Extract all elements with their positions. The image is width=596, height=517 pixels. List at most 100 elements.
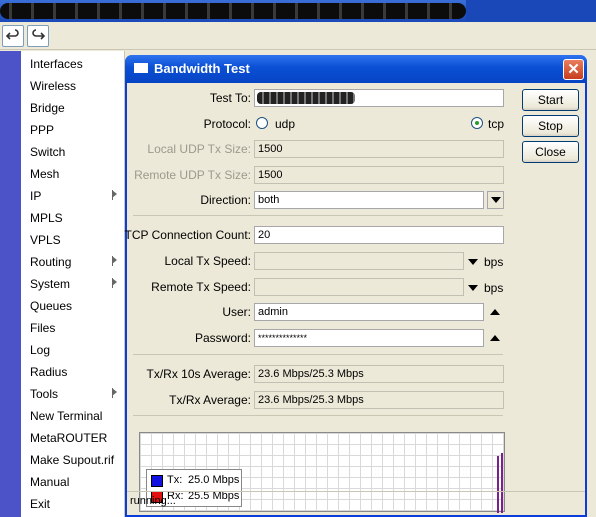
tcp-connection-count-input[interactable]: 20 — [254, 226, 504, 244]
protocol-tcp-label: tcp — [488, 117, 505, 131]
form-panel: Test To: Protocol: udp tcp Local UDP Tx … — [124, 83, 512, 513]
bandwidth-test-window: Bandwidth Test ✕ Test To: Protocol: udp … — [124, 55, 587, 517]
menu-item-label: System — [30, 277, 71, 291]
menu-item-mesh[interactable]: Mesh — [21, 163, 125, 185]
menu-item-label: Mesh — [30, 167, 60, 181]
chevron-down-icon — [491, 197, 501, 203]
tx-rx-average-label: Tx/Rx Average: — [169, 393, 251, 407]
protocol-udp-radio[interactable] — [256, 117, 268, 129]
chevron-up-icon[interactable] — [490, 335, 500, 341]
menu-item-label: New Terminal — [30, 409, 103, 423]
menu-item-queues[interactable]: Queues — [21, 295, 125, 317]
toolbar — [0, 22, 596, 50]
menu-item-log[interactable]: Log — [21, 339, 125, 361]
tx-swatch — [151, 475, 163, 487]
remote-tx-speed-dropdown-icon[interactable] — [468, 285, 478, 291]
title-bar-cap — [466, 0, 596, 22]
submenu-arrow-icon — [111, 278, 119, 288]
menu-item-label: Files — [30, 321, 56, 335]
local-tx-speed-dropdown-icon[interactable] — [468, 259, 478, 265]
undo-icon — [6, 29, 19, 40]
tx-rx-average-value: 23.6 Mbps/25.3 Mbps — [254, 391, 504, 409]
tx-rx-10s-average-value: 23.6 Mbps/25.3 Mbps — [254, 365, 504, 383]
window-title: Bandwidth Test — [154, 61, 250, 76]
menu-item-label: Make Supout.rif — [30, 453, 115, 467]
submenu-arrow-icon — [111, 190, 119, 200]
menu-item-ip[interactable]: IP — [21, 185, 125, 207]
left-brand-strip — [0, 51, 21, 517]
local-udp-tx-size-label: Local UDP Tx Size: — [147, 142, 251, 156]
menu-item-label: Wireless — [30, 79, 77, 93]
local-tx-speed-unit: bps — [484, 255, 504, 269]
menu-item-label: Bridge — [30, 101, 65, 115]
menu-item-label: Routing — [30, 255, 72, 269]
menu-item-label: Exit — [30, 497, 51, 511]
separator — [133, 354, 503, 355]
menu-item-label: Radius — [30, 365, 68, 379]
legend-tx-label: Tx: — [167, 474, 183, 486]
menu-item-label: VPLS — [30, 233, 61, 247]
menu-item-exit[interactable]: Exit — [21, 493, 125, 515]
separator — [133, 215, 503, 216]
start-button[interactable]: Start — [522, 89, 579, 111]
user-input[interactable]: admin — [254, 303, 484, 321]
menu-item-label: Tools — [30, 387, 59, 401]
tx-rx-10s-average-label: Tx/Rx 10s Average: — [146, 367, 252, 381]
menu-item-system[interactable]: System — [21, 273, 125, 295]
menu-item-files[interactable]: Files — [21, 317, 125, 339]
test-to-label: Test To: — [209, 91, 251, 105]
remote-tx-speed-unit: bps — [484, 281, 504, 295]
remote-udp-tx-size-label: Remote UDP Tx Size: — [134, 168, 251, 182]
menu-item-label: MetaROUTER — [30, 431, 108, 445]
obscured-address — [257, 92, 355, 104]
menu-item-mpls[interactable]: MPLS — [21, 207, 125, 229]
menu-item-new-terminal[interactable]: New Terminal — [21, 405, 125, 427]
remote-tx-speed-label: Remote Tx Speed: — [151, 280, 251, 294]
menu-item-metarouter[interactable]: MetaROUTER — [21, 427, 125, 449]
menu-item-label: MPLS — [30, 211, 63, 225]
test-to-input[interactable] — [254, 89, 504, 107]
direction-dropdown-button[interactable] — [487, 191, 504, 209]
menu-item-label: Manual — [30, 475, 70, 489]
menu-item-label: PPP — [30, 123, 55, 137]
menu-item-tools[interactable]: Tools — [21, 383, 125, 405]
redo-button[interactable] — [27, 25, 49, 47]
protocol-label: Protocol: — [203, 117, 251, 131]
submenu-arrow-icon — [111, 388, 119, 398]
menu-item-vpls[interactable]: VPLS — [21, 229, 125, 251]
menu-item-ppp[interactable]: PPP — [21, 119, 125, 141]
local-udp-tx-size-field: 1500 — [254, 140, 504, 158]
direction-select[interactable]: both — [254, 191, 484, 209]
local-tx-speed-field[interactable] — [254, 252, 464, 270]
close-icon: ✕ — [567, 61, 580, 78]
menu-item-bridge[interactable]: Bridge — [21, 97, 125, 119]
protocol-udp-label: udp — [275, 117, 296, 131]
menu-item-label: Queues — [30, 299, 73, 313]
menu-item-routing[interactable]: Routing — [21, 251, 125, 273]
close-button[interactable]: Close — [522, 141, 579, 163]
menu-item-label: Switch — [30, 145, 66, 159]
password-input[interactable]: ************** — [254, 329, 484, 347]
window-icon — [134, 63, 148, 73]
menu-item-manual[interactable]: Manual — [21, 471, 125, 493]
menu-item-label: Interfaces — [30, 57, 83, 71]
user-label: User: — [222, 305, 251, 319]
protocol-tcp-radio[interactable] — [471, 117, 483, 129]
menu-item-interfaces[interactable]: Interfaces — [21, 53, 125, 75]
remote-tx-speed-field[interactable] — [254, 278, 464, 296]
menu-item-make-supout-rif[interactable]: Make Supout.rif — [21, 449, 125, 471]
menu-item-wireless[interactable]: Wireless — [21, 75, 125, 97]
undo-button[interactable] — [2, 25, 24, 47]
window-title-bar[interactable]: Bandwidth Test ✕ — [125, 55, 587, 83]
menu-item-label: IP — [30, 189, 42, 203]
chevron-up-icon[interactable] — [490, 309, 500, 315]
menu-item-switch[interactable]: Switch — [21, 141, 125, 163]
main-menu: Interfaces Wireless Bridge PPP Switch Mesh IP M… — [21, 51, 125, 517]
status-bar: running... — [127, 491, 585, 511]
obscured-title — [0, 3, 466, 19]
separator — [133, 415, 503, 416]
stop-button[interactable]: Stop — [522, 115, 579, 137]
menu-item-radius[interactable]: Radius — [21, 361, 125, 383]
legend-tx-value: 25.0 Mbps — [188, 474, 240, 486]
window-close-button[interactable]: ✕ — [563, 59, 584, 80]
